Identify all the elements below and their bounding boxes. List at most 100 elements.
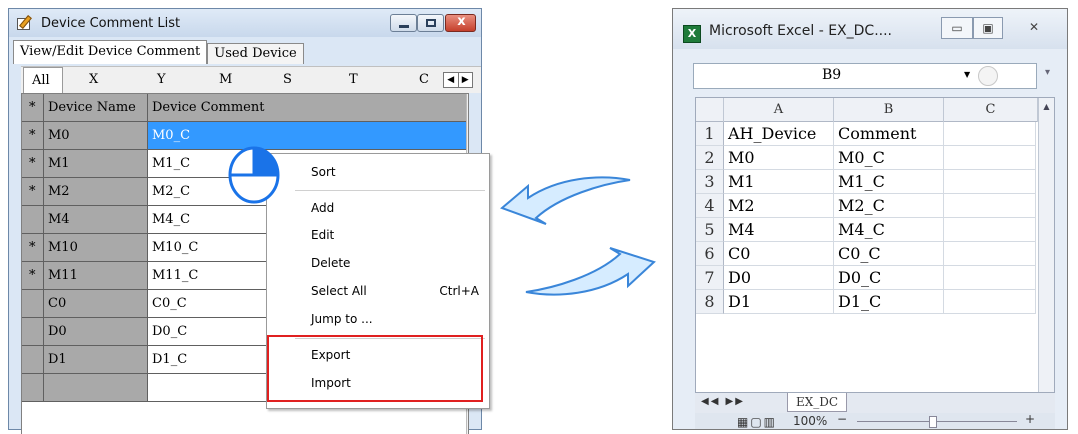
sync-arrows-icon (500, 176, 656, 296)
cell[interactable] (944, 242, 1036, 266)
tab-m[interactable]: M (219, 67, 232, 93)
cell[interactable]: AH_Device (724, 122, 834, 146)
cell[interactable]: D0 (724, 266, 834, 290)
tab-all[interactable]: All (23, 67, 63, 94)
scroll-down-icon[interactable]: ▼ (467, 416, 468, 432)
device-name-cell[interactable]: D0 (44, 318, 148, 346)
row-header[interactable]: 1 (696, 122, 724, 146)
row-header[interactable]: 3 (696, 170, 724, 194)
cell[interactable]: C0 (724, 242, 834, 266)
cell[interactable]: M0 (724, 146, 834, 170)
scroll-up-icon[interactable]: ▲ (467, 96, 468, 112)
tab-t[interactable]: T (349, 67, 358, 93)
cell[interactable]: M2 (724, 194, 834, 218)
header-device-name[interactable]: Device Name (44, 94, 148, 122)
tab-x[interactable]: X (89, 67, 98, 93)
row-marker (22, 206, 44, 234)
cell[interactable]: M2_C (834, 194, 944, 218)
row-header[interactable]: 8 (696, 290, 724, 314)
menu-item-sort[interactable]: Sort (311, 162, 481, 182)
name-box[interactable]: B9 ▼ (693, 63, 1037, 89)
column-header[interactable]: C (944, 98, 1038, 122)
tab-view-edit-device-comment[interactable]: View/Edit Device Comment (13, 40, 208, 64)
tab-scroll-arrows: ◀ ▶ (443, 72, 473, 88)
cell[interactable] (944, 290, 1036, 314)
chevron-down-icon[interactable]: ▼ (964, 70, 970, 79)
scroll-right-icon[interactable]: ▶ (457, 73, 473, 87)
cell[interactable]: Comment (834, 122, 944, 146)
row-header[interactable]: 2 (696, 146, 724, 170)
row-marker (22, 374, 44, 402)
scroll-thumb[interactable] (468, 114, 469, 150)
device-name-cell[interactable]: D1 (44, 346, 148, 374)
row-header[interactable]: 7 (696, 266, 724, 290)
device-name-cell[interactable] (44, 374, 148, 402)
menu-item-add[interactable]: Add (311, 198, 481, 218)
cell[interactable]: D1_C (834, 290, 944, 314)
formula-button[interactable] (978, 66, 998, 86)
cell[interactable] (944, 122, 1036, 146)
sheet-row: 5 M4 M4_C (696, 218, 1054, 242)
device-name-cell[interactable]: M11 (44, 262, 148, 290)
excel-close-button[interactable]: ✕ (1003, 17, 1065, 39)
zoom-in-button[interactable]: + (1025, 412, 1035, 426)
row-header[interactable]: 6 (696, 242, 724, 266)
zoom-slider-knob[interactable] (929, 416, 937, 428)
column-header[interactable]: A (724, 98, 834, 122)
device-comment-cell[interactable]: M0_C (148, 122, 468, 150)
cell[interactable]: M4 (724, 218, 834, 242)
scroll-up-icon[interactable]: ▲ (1039, 102, 1054, 111)
expand-formula-icon[interactable]: ▾ (1045, 67, 1050, 78)
cell[interactable]: D1 (724, 290, 834, 314)
zoom-out-button[interactable]: − (837, 412, 847, 426)
select-all-corner[interactable] (696, 98, 724, 122)
spreadsheet-grid: A B C 1 AH_Device Comment 2 M0 M0_C 3 M1… (695, 97, 1055, 393)
row-marker: * (22, 122, 44, 150)
close-icon: ✕ (1028, 20, 1040, 34)
device-name-cell[interactable]: M4 (44, 206, 148, 234)
menu-item-jump-to[interactable]: Jump to ... (311, 309, 481, 329)
row-marker: * (22, 234, 44, 262)
minimize-button[interactable] (390, 14, 417, 32)
tab-y[interactable]: Y (157, 67, 166, 93)
tab-c[interactable]: C (419, 67, 429, 93)
sheet-nav-arrows-icon[interactable]: ◀◀ ▶▶ (701, 396, 745, 407)
menu-item-delete[interactable]: Delete (311, 253, 481, 273)
device-name-cell[interactable]: M0 (44, 122, 148, 150)
cell[interactable] (944, 146, 1036, 170)
header-device-comment[interactable]: Device Comment (148, 94, 468, 122)
cell[interactable] (944, 266, 1036, 290)
cell[interactable]: D0_C (834, 266, 944, 290)
menu-item-edit[interactable]: Edit (311, 225, 481, 245)
close-button[interactable]: x (445, 14, 476, 32)
row-marker: * (22, 150, 44, 178)
cell[interactable]: M1 (724, 170, 834, 194)
cell[interactable] (944, 194, 1036, 218)
column-header[interactable]: B (834, 98, 944, 122)
cell[interactable]: M1_C (834, 170, 944, 194)
scroll-left-icon[interactable]: ◀ (444, 73, 458, 87)
minimize-icon (399, 25, 409, 28)
device-name-cell[interactable]: M2 (44, 178, 148, 206)
excel-maximize-button[interactable]: ▣ (973, 17, 1003, 39)
maximize-button[interactable] (417, 14, 444, 32)
row-header[interactable]: 4 (696, 194, 724, 218)
tab-s[interactable]: S (283, 67, 292, 93)
cell[interactable] (944, 170, 1036, 194)
excel-minimize-button[interactable]: ▭ (941, 17, 973, 39)
sheet-tab[interactable]: EX_DC (787, 393, 848, 412)
excel-vertical-scrollbar[interactable]: ▲ (1038, 98, 1054, 392)
cell[interactable]: C0_C (834, 242, 944, 266)
cell[interactable]: M4_C (834, 218, 944, 242)
device-name-cell[interactable]: M10 (44, 234, 148, 262)
cell[interactable] (944, 218, 1036, 242)
device-name-cell[interactable]: M1 (44, 150, 148, 178)
excel-title-bar: X Microsoft Excel - EX_DC.... ▭ ▣ ✕ (673, 9, 1067, 49)
tab-used-device[interactable]: Used Device (207, 43, 304, 64)
device-name-cell[interactable]: C0 (44, 290, 148, 318)
zoom-slider-track[interactable] (857, 421, 1017, 422)
menu-item-select-all[interactable]: Select All Ctrl+A (311, 281, 481, 301)
row-header[interactable]: 5 (696, 218, 724, 242)
view-buttons-icon[interactable]: ▦▢▥ (737, 415, 777, 429)
cell[interactable]: M0_C (834, 146, 944, 170)
